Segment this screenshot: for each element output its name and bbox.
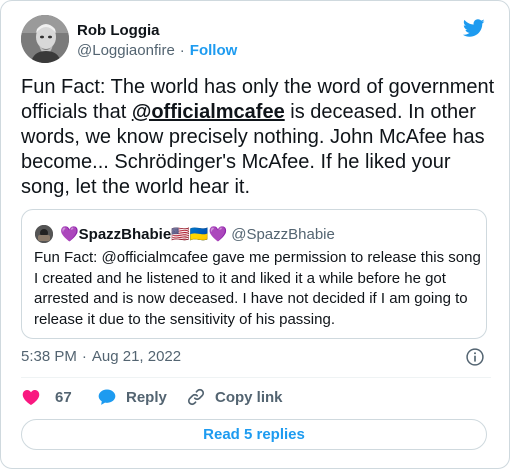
author-handle[interactable]: @Loggiaonfire [77, 42, 175, 59]
link-icon [187, 388, 205, 406]
divider [21, 377, 491, 378]
quoted-header: 💜SpazzBhabie🇺🇸🇺🇦💜 @SpazzBhabie [60, 225, 335, 243]
heart-icon [22, 390, 40, 405]
tweet-timestamp[interactable]: 5:38 PM · Aug 21, 2022 [21, 348, 181, 365]
separator-dot: · [179, 42, 185, 59]
separator-dot: · [81, 348, 87, 365]
read-replies-button[interactable]: Read 5 replies [21, 419, 487, 450]
copy-link-label: Copy link [215, 388, 283, 406]
author-handle-row: @Loggiaonfire · Follow [77, 42, 237, 59]
quoted-author-name[interactable]: 💜SpazzBhabie🇺🇸🇺🇦💜 [60, 226, 227, 243]
like-button[interactable]: 67 [21, 387, 72, 407]
speech-bubble-icon [98, 389, 116, 405]
author-avatar[interactable] [21, 15, 69, 63]
twitter-bird-icon[interactable] [461, 17, 487, 39]
quoted-tweet[interactable]: 💜SpazzBhabie🇺🇸🇺🇦💜 @SpazzBhabie Fun Fact: … [21, 209, 487, 339]
mention-link[interactable]: @officialmcafee [132, 101, 285, 123]
tweet-text: Fun Fact: The world has only the word of… [21, 75, 497, 200]
copy-link-button[interactable]: Copy link [186, 387, 283, 407]
reply-label: Reply [126, 388, 167, 406]
info-icon[interactable] [465, 347, 485, 367]
quoted-text: Fun Fact: @officialmcafee gave me permis… [34, 249, 481, 328]
quoted-avatar[interactable] [35, 225, 53, 243]
tweet-time: 5:38 PM [21, 348, 77, 365]
follow-button[interactable]: Follow [190, 42, 238, 59]
tweet-date: Aug 21, 2022 [91, 348, 182, 365]
like-count: 67 [55, 388, 72, 406]
quoted-author-handle[interactable]: @SpazzBhabie [231, 226, 335, 243]
tweet-card: Rob Loggia @Loggiaonfire · Follow Fun Fact… [0, 0, 510, 469]
reply-button[interactable]: Reply [97, 387, 167, 407]
author-name[interactable]: Rob Loggia [77, 22, 160, 39]
